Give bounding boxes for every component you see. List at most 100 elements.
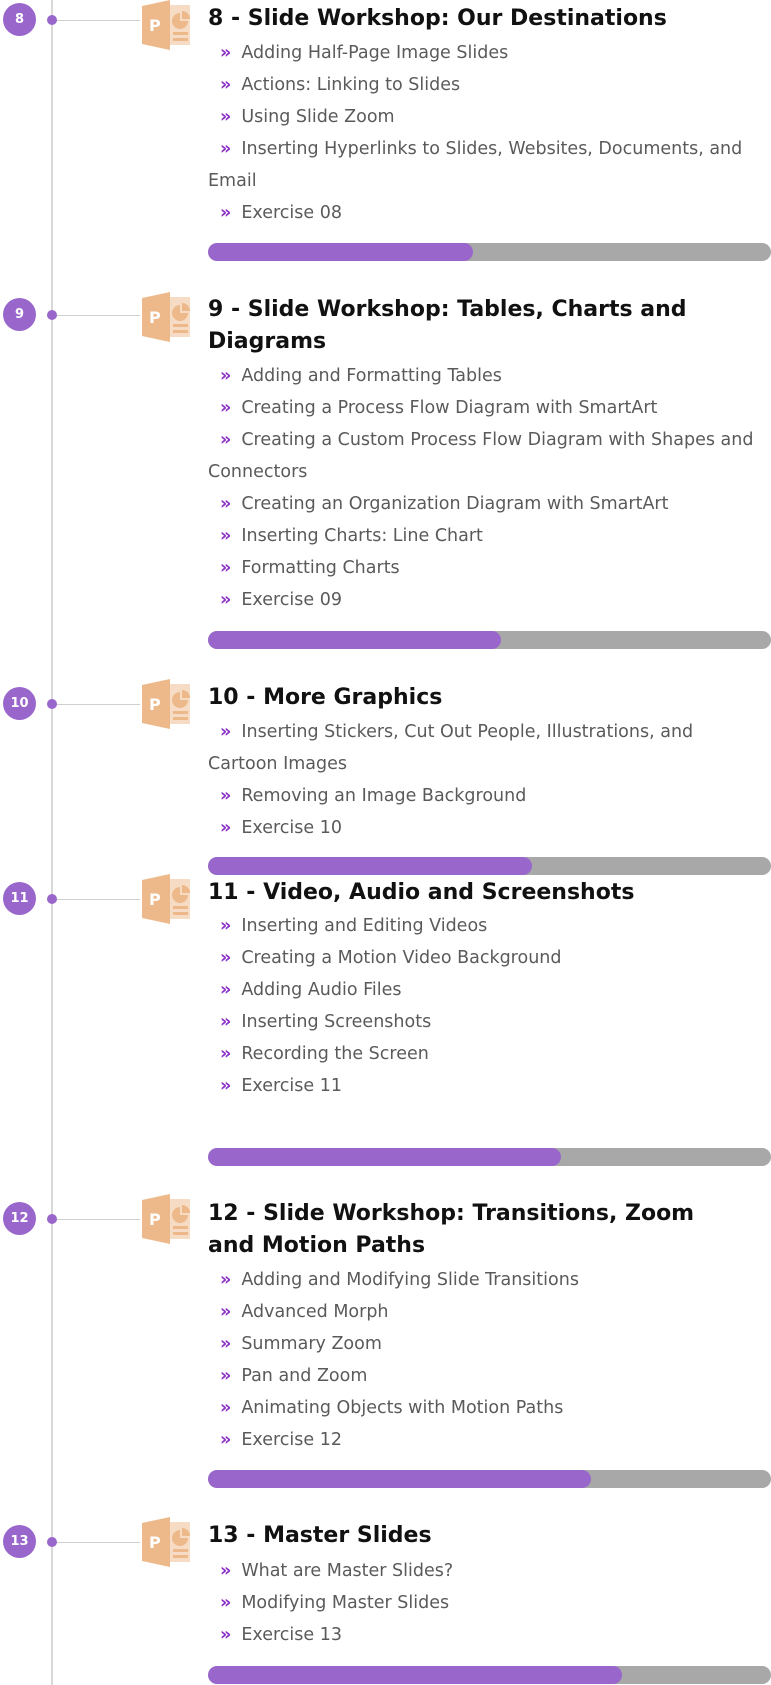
progress-bar: [208, 857, 771, 875]
chevron-right-icon: »: [220, 1302, 232, 1322]
timeline-node: [47, 1214, 57, 1224]
chevron-right-icon: »: [220, 916, 232, 936]
lesson-list: » What are Master Slides? » Modifying Mast…: [208, 1555, 756, 1651]
module-number-badge: 12: [3, 1202, 36, 1235]
progress-bar: [208, 1470, 771, 1488]
lesson-item[interactable]: » Exercise 10: [208, 812, 756, 844]
lesson-item[interactable]: » Pan and Zoom: [208, 1360, 756, 1392]
lesson-item[interactable]: » What are Master Slides?: [208, 1555, 756, 1587]
progress-fill: [208, 1666, 622, 1684]
lesson-item[interactable]: » Exercise 09: [208, 584, 756, 616]
lesson-item[interactable]: » Exercise 08: [208, 197, 756, 229]
chevron-right-icon: »: [220, 590, 232, 610]
lesson-item[interactable]: » Exercise 13: [208, 1619, 756, 1651]
chevron-right-icon: »: [220, 1076, 232, 1096]
svg-text:P: P: [149, 890, 161, 909]
chevron-right-icon: »: [220, 1012, 232, 1032]
timeline-connector: [57, 704, 140, 705]
timeline-connector: [57, 20, 140, 21]
timeline-connector: [57, 315, 140, 316]
chevron-right-icon: »: [220, 1334, 232, 1354]
chevron-right-icon: »: [220, 1270, 232, 1290]
progress-fill: [208, 1148, 561, 1166]
svg-text:P: P: [149, 1533, 161, 1552]
chevron-right-icon: »: [220, 948, 232, 968]
svg-text:P: P: [149, 695, 161, 714]
timeline-node: [47, 894, 57, 904]
lesson-item[interactable]: » Inserting Charts: Line Chart: [208, 520, 756, 552]
progress-bar: [208, 1148, 771, 1166]
chevron-right-icon: »: [220, 1625, 232, 1645]
lesson-item[interactable]: » Animating Objects with Motion Paths: [208, 1392, 756, 1424]
lesson-item[interactable]: » Creating an Organization Diagram with S…: [208, 488, 756, 520]
timeline-node: [47, 1537, 57, 1547]
lesson-item[interactable]: » Formatting Charts: [208, 552, 756, 584]
progress-fill: [208, 1470, 591, 1488]
module-number-badge: 11: [3, 882, 36, 915]
lesson-item[interactable]: » Adding Half-Page Image Slides: [208, 37, 756, 69]
lesson-item[interactable]: » Modifying Master Slides: [208, 1587, 756, 1619]
module-title: 8 - Slide Workshop: Our Destinations: [208, 6, 667, 31]
chevron-right-icon: »: [220, 818, 232, 838]
chevron-right-icon: »: [220, 366, 232, 386]
module-number-badge: 10: [3, 687, 36, 720]
lesson-item[interactable]: » Creating a Custom Process Flow Diagram …: [208, 424, 756, 488]
module-title: 12 - Slide Workshop: Transitions, Zoom a…: [208, 1201, 695, 1258]
lesson-item[interactable]: » Inserting Screenshots: [208, 1006, 756, 1038]
lesson-list: » Inserting Stickers, Cut Out People, Ill…: [208, 716, 756, 844]
module-title: 13 - Master Slides: [208, 1523, 432, 1548]
chevron-right-icon: »: [220, 1044, 232, 1064]
lesson-item[interactable]: » Using Slide Zoom: [208, 101, 756, 133]
powerpoint-icon: P: [142, 0, 190, 50]
timeline-connector: [57, 1542, 140, 1543]
progress-fill: [208, 857, 532, 875]
chevron-right-icon: »: [220, 75, 232, 95]
lesson-item[interactable]: » Adding and Modifying Slide Transitions: [208, 1264, 756, 1296]
chevron-right-icon: »: [220, 203, 232, 223]
lesson-list: » Adding and Modifying Slide Transitions …: [208, 1264, 756, 1456]
lesson-item[interactable]: » Removing an Image Background: [208, 780, 756, 812]
lesson-item[interactable]: » Recording the Screen: [208, 1038, 756, 1070]
lesson-item[interactable]: » Summary Zoom: [208, 1328, 756, 1360]
chevron-right-icon: »: [220, 1366, 232, 1386]
lesson-item[interactable]: » Inserting Hyperlinks to Slides, Website…: [208, 133, 756, 197]
lesson-item[interactable]: » Inserting Stickers, Cut Out People, Ill…: [208, 716, 756, 780]
powerpoint-icon: P: [142, 292, 190, 342]
powerpoint-icon: P: [142, 679, 190, 729]
module-title: 10 - More Graphics: [208, 685, 443, 710]
module-number-badge: 13: [3, 1525, 36, 1558]
chevron-right-icon: »: [220, 107, 232, 127]
timeline-node: [47, 310, 57, 320]
timeline-node: [47, 699, 57, 709]
chevron-right-icon: »: [220, 1561, 232, 1581]
svg-text:P: P: [149, 1210, 161, 1229]
module-title: 11 - Video, Audio and Screenshots: [208, 880, 635, 905]
svg-text:P: P: [149, 16, 161, 35]
lesson-item[interactable]: » Actions: Linking to Slides: [208, 69, 756, 101]
lesson-item[interactable]: » Creating a Motion Video Background: [208, 942, 756, 974]
powerpoint-icon: P: [142, 1194, 190, 1244]
lesson-list: » Inserting and Editing Videos » Creating …: [208, 910, 756, 1102]
chevron-right-icon: »: [220, 558, 232, 578]
lesson-item[interactable]: » Exercise 12: [208, 1424, 756, 1456]
progress-bar: [208, 243, 771, 261]
lesson-item[interactable]: » Creating a Process Flow Diagram with Sm…: [208, 392, 756, 424]
module-title: 9 - Slide Workshop: Tables, Charts and D…: [208, 297, 687, 354]
progress-fill: [208, 631, 501, 649]
lesson-item[interactable]: » Advanced Morph: [208, 1296, 756, 1328]
chevron-right-icon: »: [220, 398, 232, 418]
lesson-item[interactable]: » Exercise 11: [208, 1070, 756, 1102]
module-number-badge: 9: [3, 298, 36, 331]
lesson-item[interactable]: » Adding and Formatting Tables: [208, 360, 756, 392]
timeline-node: [47, 15, 57, 25]
lesson-list: » Adding and Formatting Tables » Creating …: [208, 360, 756, 616]
chevron-right-icon: »: [220, 526, 232, 546]
lesson-list: » Adding Half-Page Image Slides » Actions:…: [208, 37, 756, 229]
lesson-item[interactable]: » Inserting and Editing Videos: [208, 910, 756, 942]
lesson-item[interactable]: » Adding Audio Files: [208, 974, 756, 1006]
progress-bar: [208, 1666, 771, 1684]
chevron-right-icon: »: [220, 722, 232, 742]
timeline-line: [51, 0, 53, 1685]
chevron-right-icon: »: [220, 786, 232, 806]
progress-bar: [208, 631, 771, 649]
